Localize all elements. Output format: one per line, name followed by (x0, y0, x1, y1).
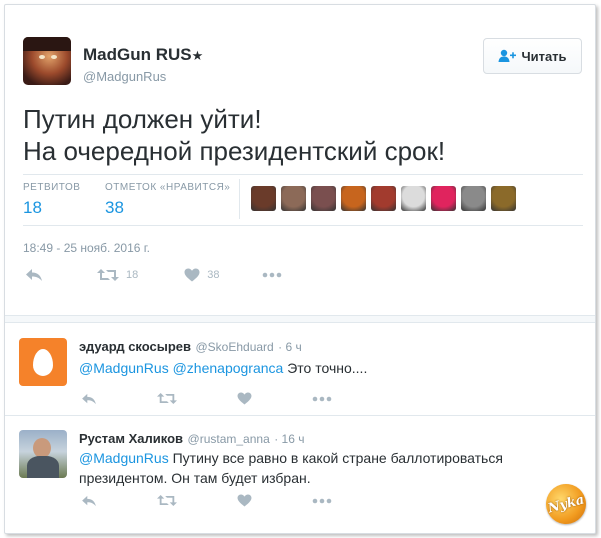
liker-avatar-4[interactable] (341, 186, 366, 211)
tweet-actions: 18 38 (25, 268, 282, 282)
liker-avatar-9[interactable] (491, 186, 516, 211)
more-action[interactable] (312, 498, 332, 504)
watermark-text: Nyka (546, 491, 586, 517)
likes-count: 38 (105, 198, 124, 217)
reply-action[interactable] (81, 393, 97, 405)
like-action-count: 38 (207, 269, 220, 281)
tweet-text-line1: Путин должен уйти! (23, 104, 262, 134)
reply-mention[interactable]: @MadgunRus (79, 450, 169, 466)
like-action[interactable] (237, 392, 252, 405)
reply-actions (81, 392, 332, 405)
replies-separator (5, 315, 595, 323)
reply-text: @MadgunRus Путину все равно в какой стра… (79, 448, 519, 488)
likers-avatars (251, 186, 516, 211)
retweet-icon (157, 393, 177, 404)
reply-body: Это точно.... (287, 360, 368, 376)
reply-icon (82, 393, 96, 404)
retweet-icon (97, 269, 119, 281)
more-icon (312, 396, 332, 401)
heart-icon (237, 392, 252, 405)
reply-header: эдуард скосырев @SkoEhduard · 6 ч (79, 338, 302, 356)
liker-avatar-8[interactable] (461, 186, 486, 211)
retweet-action[interactable]: 18 (97, 268, 138, 282)
like-action[interactable] (237, 494, 252, 507)
retweets-count: 18 (23, 198, 42, 217)
liker-avatar-1[interactable] (251, 186, 276, 211)
reply-action[interactable] (25, 268, 43, 282)
retweet-action[interactable] (157, 392, 177, 405)
reply-action[interactable] (81, 495, 97, 507)
more-action[interactable] (312, 396, 332, 402)
reply-author-name[interactable]: эдуард скосырев (79, 339, 191, 354)
more-action[interactable] (262, 272, 282, 278)
reply-header: Рустам Халиков @rustam_anna · 16 ч (79, 430, 304, 448)
like-action[interactable]: 38 (184, 268, 220, 282)
reply-icon (82, 495, 96, 506)
author-handle[interactable]: @MadgunRus (83, 69, 166, 84)
follow-button[interactable]: Читать (483, 38, 582, 74)
reply-time[interactable]: · 6 ч (278, 340, 302, 354)
add-user-icon (498, 49, 517, 62)
stats-top-divider (23, 174, 583, 175)
more-icon (312, 498, 332, 503)
tweet-card: MadGun RUS★ @MadgunRus Читать Путин долж… (4, 4, 596, 534)
reply-author-handle[interactable]: @rustam_anna (188, 432, 270, 446)
reply-mention[interactable]: @MadgunRus (79, 360, 169, 376)
retweet-action-count: 18 (126, 269, 139, 281)
reply-icon (26, 269, 42, 281)
liker-avatar-3[interactable] (311, 186, 336, 211)
liker-avatar-6[interactable] (401, 186, 426, 211)
liker-avatar-5[interactable] (371, 186, 396, 211)
follow-button-label: Читать (521, 48, 567, 64)
reply-item[interactable]: Рустам Халиков @rustam_anna · 16 ч @Madg… (5, 416, 595, 526)
heart-icon (184, 268, 200, 282)
more-icon (262, 272, 281, 278)
author-avatar[interactable] (23, 37, 71, 85)
tweet-timestamp[interactable]: 18:49 - 25 нояб. 2016 г. (23, 241, 150, 255)
reply-author-handle[interactable]: @SkoEhduard (195, 340, 273, 354)
retweets-stat[interactable]: РЕТВИТОВ 18 (23, 182, 80, 218)
user-photo-icon[interactable] (19, 430, 67, 478)
reply-time[interactable]: · 16 ч (274, 432, 304, 446)
stats-vertical-divider (239, 179, 240, 219)
retweet-icon (157, 495, 177, 506)
heart-icon (237, 494, 252, 507)
likes-stat[interactable]: ОТМЕТОК «НРАВИТСЯ» 38 (105, 182, 230, 218)
tweet-text-line2: На очередной президентский срок! (23, 136, 446, 166)
likes-label: ОТМЕТОК «НРАВИТСЯ» (105, 182, 231, 193)
egg-icon[interactable] (19, 338, 67, 386)
stats-bottom-divider (23, 225, 583, 226)
reply-author-name[interactable]: Рустам Халиков (79, 431, 183, 446)
reply-item[interactable]: эдуард скосырев @SkoEhduard · 6 ч @Madgu… (5, 324, 595, 415)
liker-avatar-2[interactable] (281, 186, 306, 211)
retweets-label: РЕТВИТОВ (23, 182, 81, 193)
reply-mention[interactable]: @zhenapogranca (173, 360, 284, 376)
liker-avatar-7[interactable] (431, 186, 456, 211)
reply-actions (81, 494, 332, 507)
reply-text: @MadgunRus @zhenapogranca Это точно.... (79, 358, 579, 378)
verified-star-icon: ★ (191, 48, 204, 63)
retweet-action[interactable] (157, 494, 177, 507)
tweet-text: Путин должен уйти! На очередной президен… (23, 103, 583, 167)
author-name[interactable]: MadGun RUS★ (83, 45, 203, 65)
